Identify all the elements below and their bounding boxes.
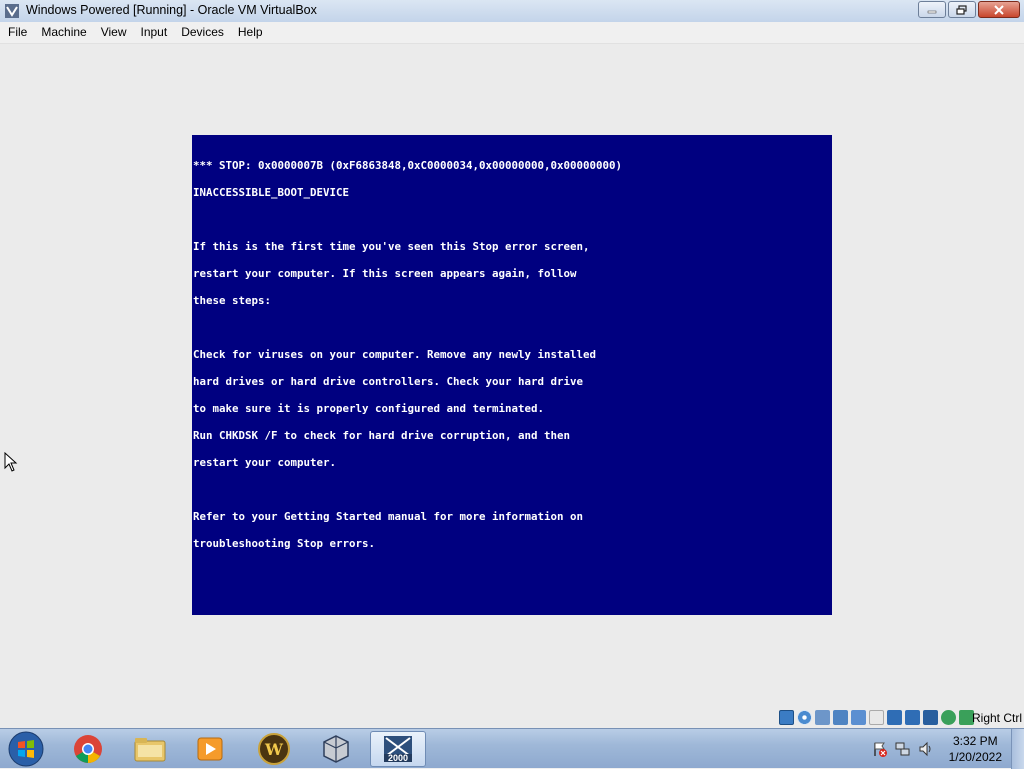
bsod-line: to make sure it is properly configured a…: [193, 402, 545, 415]
media-player-icon: [197, 737, 223, 761]
display-icon[interactable]: [887, 710, 902, 725]
network-icon[interactable]: [833, 710, 848, 725]
vm-badge-label: 2000: [388, 753, 409, 763]
svg-text:W: W: [264, 740, 284, 759]
status-bar: Right Ctrl: [0, 708, 1024, 728]
virtualbox-icon: [323, 735, 349, 763]
chrome-icon: [74, 735, 102, 763]
volume-icon[interactable]: [918, 741, 934, 757]
status-icons: [776, 710, 974, 725]
start-button[interactable]: [6, 730, 46, 768]
menu-view[interactable]: View: [94, 22, 134, 43]
network-icon[interactable]: [895, 741, 911, 757]
clock[interactable]: 3:32 PM 1/20/2022: [949, 733, 1002, 765]
bsod-line: [193, 215, 832, 224]
bsod-line: *** STOP: 0x0000007B (0xF6863848,0xC0000…: [193, 159, 623, 172]
virtualbox-app-icon: [5, 4, 19, 18]
menu-devices[interactable]: Devices: [174, 22, 231, 43]
bsod-line: Run CHKDSK /F to check for hard drive co…: [193, 429, 571, 442]
taskbar-file-explorer[interactable]: [122, 731, 178, 767]
minimize-icon: [927, 10, 937, 13]
restore-icon: [956, 4, 967, 15]
taskbar-windows-2000-vm[interactable]: 2000: [370, 731, 426, 767]
bsod-line: troubleshooting Stop errors.: [193, 537, 376, 550]
minimize-button[interactable]: [918, 1, 946, 18]
taskbar: W 2000 3:32 PM 1/20/2022: [0, 728, 1024, 769]
video-capture-icon[interactable]: [905, 710, 920, 725]
mouse-pointer-icon: [4, 452, 18, 472]
bsod-line: If this is the first time you've seen th…: [193, 240, 590, 253]
window-controls: [916, 1, 1020, 19]
menu-machine[interactable]: Machine: [34, 22, 93, 43]
menu-file[interactable]: File: [0, 22, 34, 43]
bsod-line: [193, 485, 832, 494]
system-tray: 3:32 PM 1/20/2022: [864, 729, 1024, 769]
taskbar-media-player[interactable]: [182, 731, 238, 767]
bsod-line: restart your computer. If this screen ap…: [193, 267, 577, 280]
bsod-line: hard drives or hard drive controllers. C…: [193, 375, 584, 388]
usb-icon[interactable]: [851, 710, 866, 725]
file-explorer-icon: [134, 738, 166, 762]
action-center-flag-icon[interactable]: [872, 741, 888, 757]
bsod-line: Check for viruses on your computer. Remo…: [193, 348, 597, 361]
menu-bar: File Machine View Input Devices Help: [0, 22, 1024, 44]
mouse-integration-icon[interactable]: [941, 710, 956, 725]
menu-input[interactable]: Input: [134, 22, 175, 43]
taskbar-chrome[interactable]: [60, 731, 116, 767]
bsod-line: restart your computer.: [193, 456, 337, 469]
audio-icon[interactable]: [815, 710, 830, 725]
close-button[interactable]: [978, 1, 1020, 18]
virtualbox-window: Windows Powered [Running] - Oracle VM Vi…: [0, 0, 1024, 728]
restore-button[interactable]: [948, 1, 976, 18]
title-bar[interactable]: Windows Powered [Running] - Oracle VM Vi…: [0, 0, 1024, 23]
warcraft-icon: W: [258, 733, 290, 765]
clock-time: 3:32 PM: [952, 734, 998, 748]
taskbar-virtualbox[interactable]: [308, 731, 364, 767]
bsod-line: Refer to your Getting Started manual for…: [193, 510, 584, 523]
bsod-line: these steps:: [193, 294, 272, 307]
window-title: Windows Powered [Running] - Oracle VM Vi…: [26, 3, 317, 17]
cpu-icon[interactable]: [923, 710, 938, 725]
menu-help[interactable]: Help: [231, 22, 270, 43]
bsod-line: [193, 323, 832, 332]
close-icon: [994, 4, 1004, 15]
bsod-line: INACCESSIBLE_BOOT_DEVICE: [193, 186, 350, 199]
guest-screen-bsod[interactable]: *** STOP: 0x0000007B (0xF6863848,0xC0000…: [192, 135, 832, 615]
show-desktop-button[interactable]: [1011, 729, 1024, 769]
host-key-label: Right Ctrl: [971, 711, 1022, 725]
optical-drive-icon[interactable]: [797, 710, 812, 725]
clock-date: 1/20/2022: [948, 750, 1002, 764]
shared-folders-icon[interactable]: [869, 710, 884, 725]
hard-disk-icon[interactable]: [779, 710, 794, 725]
taskbar-warcraft[interactable]: W: [246, 731, 302, 767]
